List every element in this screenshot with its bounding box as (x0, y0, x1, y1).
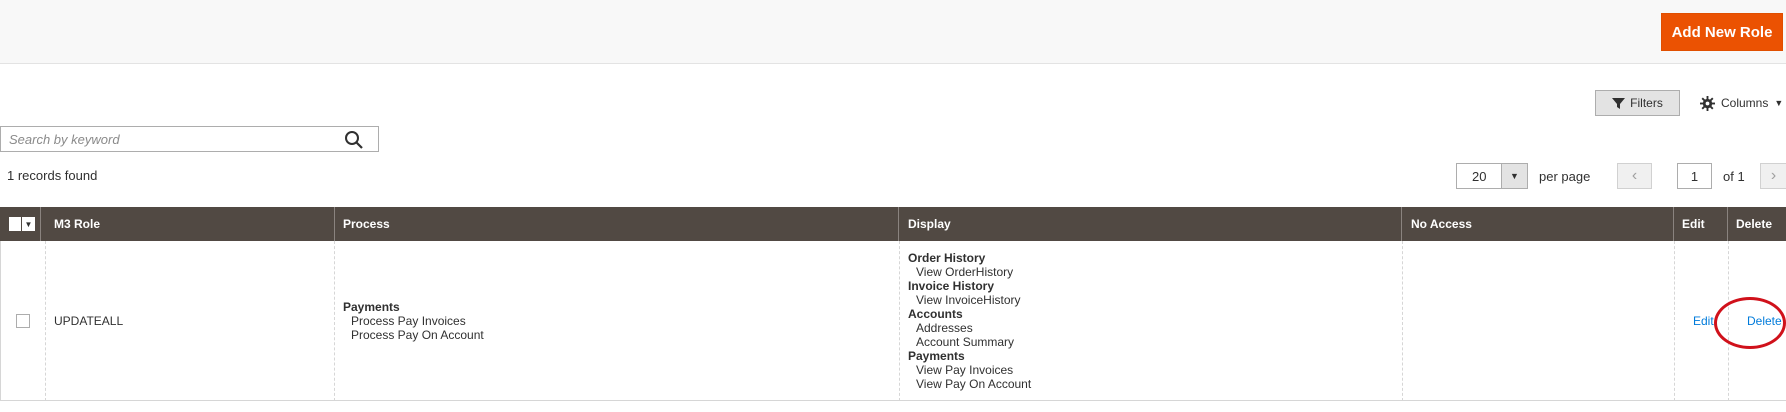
permission-item: View Pay Invoices (916, 363, 1014, 377)
add-new-role-button[interactable]: Add New Role (1661, 13, 1783, 51)
previous-page-button[interactable]: ‹ (1617, 163, 1652, 189)
delete-cell: Delete (1729, 241, 1786, 401)
column-header-delete: Delete (1736, 217, 1773, 231)
chevron-left-icon: ‹ (1631, 167, 1638, 184)
row-select-cell (1, 241, 46, 401)
permission-group: Payments (908, 349, 965, 363)
permission-group: Order History (908, 251, 986, 265)
search-icon[interactable] (344, 130, 364, 150)
filters-label: Filters (1630, 96, 1663, 110)
permission-item: Account Summary (916, 335, 1015, 349)
process-permissions: Payments Process Pay Invoices Process Pa… (343, 300, 484, 342)
permission-item: Addresses (916, 321, 973, 335)
delete-link[interactable]: Delete (1747, 314, 1782, 328)
role-name-cell: UPDATEALL (46, 241, 335, 401)
permission-item: View InvoiceHistory (916, 293, 1021, 307)
next-page-button[interactable]: › (1760, 163, 1786, 189)
role-name: UPDATEALL (54, 314, 124, 328)
display-cell: Order History View OrderHistory Invoice … (900, 241, 1403, 401)
table-row: UPDATEALL Payments Process Pay Invoices … (0, 241, 1786, 401)
chevron-right-icon: › (1770, 167, 1777, 184)
caret-down-icon[interactable]: ▼ (1501, 164, 1527, 188)
mass-select-header[interactable]: ▼ (0, 207, 41, 241)
filter-icon (1612, 97, 1626, 109)
column-header-edit: Edit (1674, 207, 1728, 241)
permission-group: Accounts (908, 307, 963, 321)
column-header-display[interactable]: Display (900, 207, 1402, 241)
column-header-process[interactable]: Process (335, 207, 899, 241)
per-page-value: 20 (1472, 169, 1487, 184)
permission-group: Payments (343, 300, 400, 314)
edit-link[interactable]: Edit (1693, 314, 1714, 328)
mass-select-checkbox[interactable] (9, 217, 22, 231)
permission-item: View OrderHistory (916, 265, 1014, 279)
gear-icon (1700, 95, 1715, 111)
permission-item: Process Pay Invoices (351, 314, 466, 328)
keyword-search (0, 126, 379, 152)
page-actions-bar: Add New Role (0, 0, 1786, 64)
permission-item: Process Pay On Account (351, 328, 484, 342)
column-header-no-access[interactable]: No Access (1403, 207, 1674, 241)
permission-item: View Pay On Account (916, 377, 1032, 391)
edit-cell: Edit (1675, 241, 1729, 401)
mass-select-control[interactable]: ▼ (9, 217, 35, 231)
process-cell: Payments Process Pay Invoices Process Pa… (335, 241, 900, 401)
columns-label: Columns (1721, 96, 1769, 110)
per-page-label: per page (1539, 169, 1591, 184)
caret-down-icon: ▼ (1774, 98, 1784, 108)
no-access-cell (1403, 241, 1675, 401)
display-permissions: Order History View OrderHistory Invoice … (908, 251, 1031, 391)
row-checkbox[interactable] (16, 314, 30, 328)
column-header-role[interactable]: M3 Role (46, 207, 335, 241)
filters-button[interactable]: Filters (1595, 90, 1680, 116)
permission-group: Invoice History (908, 279, 995, 293)
page-count: of 1 (1723, 169, 1745, 184)
per-page-select[interactable]: 20 ▼ (1456, 163, 1528, 189)
grid-header: ▼ M3 Role Process Display No Access Edit… (0, 207, 1786, 241)
columns-button[interactable]: Columns ▼ (1700, 90, 1786, 116)
records-found-count: 1 records found (7, 168, 98, 183)
current-page-input[interactable]: 1 (1677, 163, 1712, 189)
caret-down-icon[interactable]: ▼ (22, 217, 35, 231)
search-input[interactable] (9, 127, 329, 151)
